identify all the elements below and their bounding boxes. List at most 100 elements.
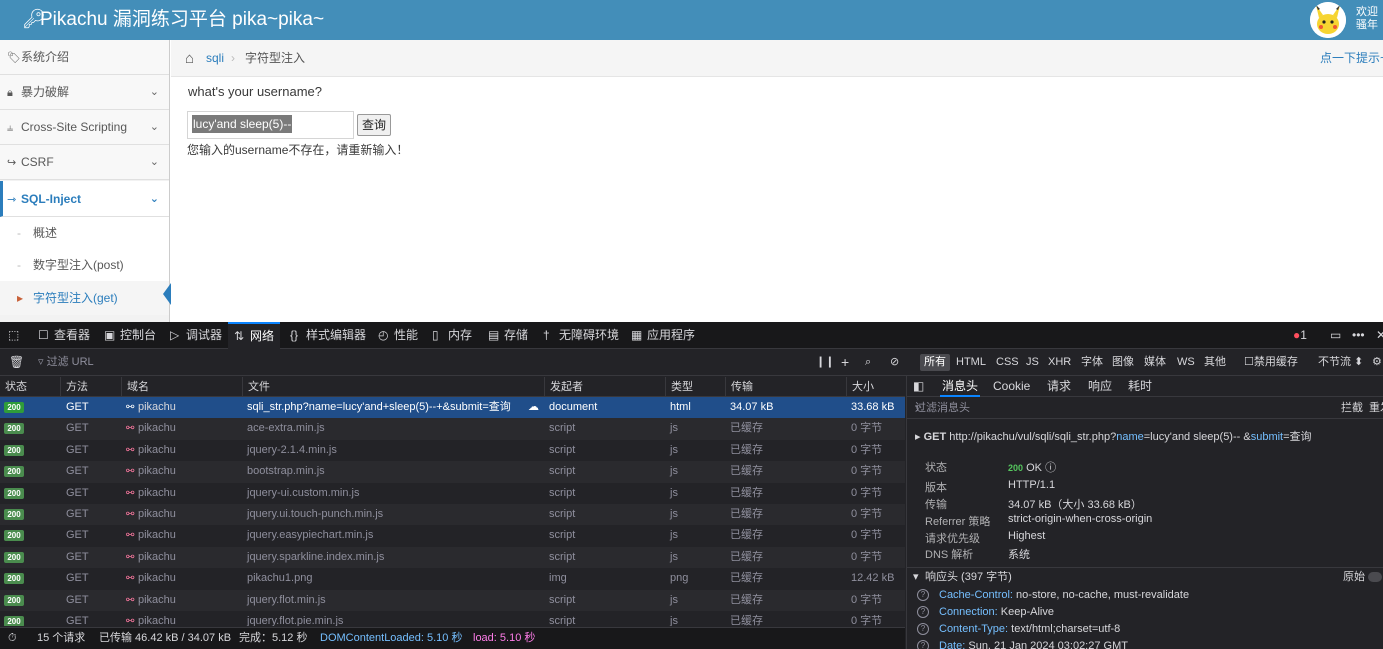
close-icon[interactable]: ✕ — [1376, 322, 1383, 349]
column-method[interactable]: 方法 — [60, 377, 88, 397]
sidebar-subitem-overview[interactable]: - 概述 — [0, 217, 169, 249]
reload-icon[interactable]: ⏱︎ — [8, 628, 17, 649]
tab-memory[interactable]: ▯ 内存 — [432, 322, 472, 349]
column-domain[interactable]: 域名 — [121, 377, 149, 397]
summary-requests: 15 个请求 — [37, 632, 86, 644]
raw-toggle-switch[interactable] — [1368, 572, 1382, 582]
column-initiator[interactable]: 发起者 — [544, 377, 583, 397]
filter-type-css[interactable]: CSS — [992, 354, 1023, 371]
filter-type-xhr[interactable]: XHR — [1044, 354, 1075, 371]
column-status[interactable]: 状态 — [0, 377, 27, 397]
request-row[interactable]: 200 GET ⚯ pikachu jquery-ui.custom.min.js scr… — [0, 483, 905, 504]
search-icon[interactable]: ⌕ — [865, 349, 871, 376]
sidebar-item-bruteforce[interactable]: 🔒︎ 暴力破解 ⌄ — [0, 75, 169, 110]
resend-button[interactable]: 重发 — [1369, 398, 1383, 419]
sidebar-subitem-string-get[interactable]: ▸ 字符型注入(get) — [0, 281, 169, 315]
sidebar-item-csrf[interactable]: ↪ CSRF ⌄ — [0, 145, 169, 180]
toggle-sidebar-icon[interactable]: ◧ — [913, 376, 924, 397]
column-transferred[interactable]: 传输 — [725, 377, 753, 397]
breadcrumb-link-sqli[interactable]: sqli — [206, 40, 224, 77]
tab-network[interactable]: ⇅ 网络 — [228, 322, 281, 349]
help-icon[interactable]: ⓘ — [1045, 462, 1056, 474]
request-row[interactable]: 200 GET ⚯ pikachu pikachu1.png img png 已缓存 12.42… — [0, 568, 905, 589]
help-icon[interactable]: ? — [917, 606, 929, 619]
sidebar-subitem-numeric-post[interactable]: - 数字型注入(post) — [0, 249, 169, 281]
cell-transferred: 已缓存 — [730, 508, 763, 520]
request-row[interactable]: 200 GET ⚯ pikachu jquery-2.1.4.min.js script j… — [0, 440, 905, 461]
filter-type-media[interactable]: 媒体 — [1140, 354, 1170, 371]
tab-debugger[interactable]: ▷ 调试器 — [170, 322, 222, 349]
domain-text: pikachu — [138, 593, 176, 606]
block-icon[interactable]: ⊘ — [890, 349, 899, 376]
column-file[interactable]: 文件 — [242, 377, 270, 397]
filter-type-other[interactable]: 其他 — [1200, 354, 1230, 371]
tab-performance[interactable]: ◴ 性能 — [378, 322, 418, 349]
cell-initiator: script — [549, 615, 576, 626]
plus-icon[interactable]: + — [841, 349, 849, 376]
sidebar-item-sqli[interactable]: ⇾ SQL-Inject ⌄ — [0, 181, 169, 217]
request-row[interactable]: 200 GET ⚯ pikachu jquery.ui.touch-punch.min.… — [0, 504, 905, 526]
request-row[interactable]: 200 GET ⚯ pikachu jquery.sparkline.index.min… — [0, 546, 905, 569]
submit-button[interactable]: 查询 — [357, 114, 391, 136]
request-row[interactable]: 200 GET ⚯ pikachu jquery.flot.min.js script js… — [0, 589, 905, 611]
tab-inspector[interactable]: ☐ 查看器 — [38, 322, 90, 349]
avatar[interactable] — [1310, 2, 1346, 38]
filter-type-html[interactable]: HTML — [952, 354, 990, 371]
response-headers-section[interactable]: ▾ 响应头 (397 字节) 原始 — [907, 567, 1383, 585]
cell-status: 200 — [4, 568, 24, 589]
app-logo[interactable]: 🔑︎Pikachu 漏洞练习平台 pika~pika~ — [22, 8, 324, 32]
tab-request[interactable]: 请求 — [1047, 376, 1071, 397]
block-button[interactable]: 拦截 — [1341, 398, 1363, 419]
request-row[interactable]: 200 GET ⚯ pikachu ace-extra.min.js script js 已缓… — [0, 418, 905, 440]
filter-type-all[interactable]: 所有 — [920, 354, 950, 371]
filter-type-image[interactable]: 图像 — [1108, 354, 1138, 371]
query-key-submit: submit — [1250, 431, 1284, 443]
request-row[interactable]: 200 GET ⚯ pikachu jquery.easypiechart.min.js… — [0, 525, 905, 546]
tab-application[interactable]: ▦ 应用程序 — [631, 322, 695, 349]
request-row[interactable]: 200 GET ⚯ pikachu bootstrap.min.js script js 已缓… — [0, 461, 905, 483]
disable-cache-checkbox[interactable]: ☐禁用缓存 — [1244, 349, 1298, 376]
sidebar-item-intro[interactable]: 🏷︎系统介绍 — [0, 40, 169, 75]
sidebar-item-xss[interactable]: ⫨ Cross-Site Scripting ⌄ — [0, 110, 169, 145]
tab-timings[interactable]: 耗时 — [1128, 376, 1152, 397]
header-connection: ? Connection: Keep-Alive — [917, 606, 1054, 619]
request-row[interactable]: 200 GET ⚯ pikachu jquery.flot.pie.min.js scri… — [0, 611, 905, 626]
tab-console[interactable]: ▣ 控制台 — [104, 322, 156, 349]
status-badge: 200 — [4, 594, 24, 606]
filter-type-font[interactable]: 字体 — [1077, 354, 1107, 371]
request-method: GET — [923, 431, 947, 443]
tab-storage[interactable]: ▤ 存储 — [488, 322, 528, 349]
sidebar-subitem-label: 数字型注入(post) — [33, 258, 124, 272]
throttling-select[interactable]: 不节流 ⬍ — [1318, 349, 1363, 376]
tab-response[interactable]: 响应 — [1088, 376, 1112, 397]
settings-icon[interactable]: ⚙︎ — [1372, 349, 1382, 376]
tab-headers[interactable]: 消息头 — [940, 376, 981, 397]
home-icon[interactable]: ⌂ — [185, 40, 194, 77]
hint-link[interactable]: 点一下提示~ — [1320, 40, 1383, 77]
error-count[interactable]: ●1 — [1293, 322, 1307, 349]
filter-type-ws[interactable]: WS — [1173, 354, 1199, 371]
help-icon[interactable]: ? — [917, 623, 929, 636]
filter-type-js[interactable]: JS — [1022, 354, 1043, 371]
responsive-mode-icon[interactable]: ▭ — [1330, 322, 1341, 349]
column-type[interactable]: 类型 — [665, 377, 693, 397]
username-input[interactable]: lucy'and sleep(5)-- — [187, 111, 354, 139]
tab-label: 样式编辑器 — [306, 328, 367, 342]
requests-list: 200 GET ⚯ pikachu sqli_str.php?name=lucy'and… — [0, 397, 905, 626]
help-icon[interactable]: ? — [917, 640, 929, 649]
help-icon[interactable]: ? — [917, 589, 929, 602]
welcome-text[interactable]: 欢迎 骚年 — [1356, 6, 1378, 32]
url-filter-input[interactable]: ▿ 过滤 URL — [38, 349, 94, 376]
tab-style-editor[interactable]: {} 样式编辑器 — [290, 322, 366, 349]
more-options-icon[interactable]: ••• — [1352, 322, 1365, 349]
element-picker-icon[interactable]: ⬚ — [8, 322, 19, 349]
pause-icon[interactable]: ❙❙ — [816, 349, 834, 376]
column-size[interactable]: 大小 — [846, 377, 874, 397]
tab-cookie[interactable]: Cookie — [993, 376, 1030, 397]
request-summary[interactable]: ▸ GET http://pikachu/vul/sqli/sqli_str.p… — [915, 428, 1312, 444]
request-row[interactable]: 200 GET ⚯ pikachu sqli_str.php?name=lucy'and… — [0, 397, 905, 419]
chevron-down-icon: ⌄ — [149, 193, 159, 205]
cell-initiator: script — [549, 443, 576, 456]
trash-icon[interactable]: 🗑︎ — [9, 349, 24, 376]
tab-accessibility[interactable]: † 无障碍环境 — [543, 322, 619, 349]
